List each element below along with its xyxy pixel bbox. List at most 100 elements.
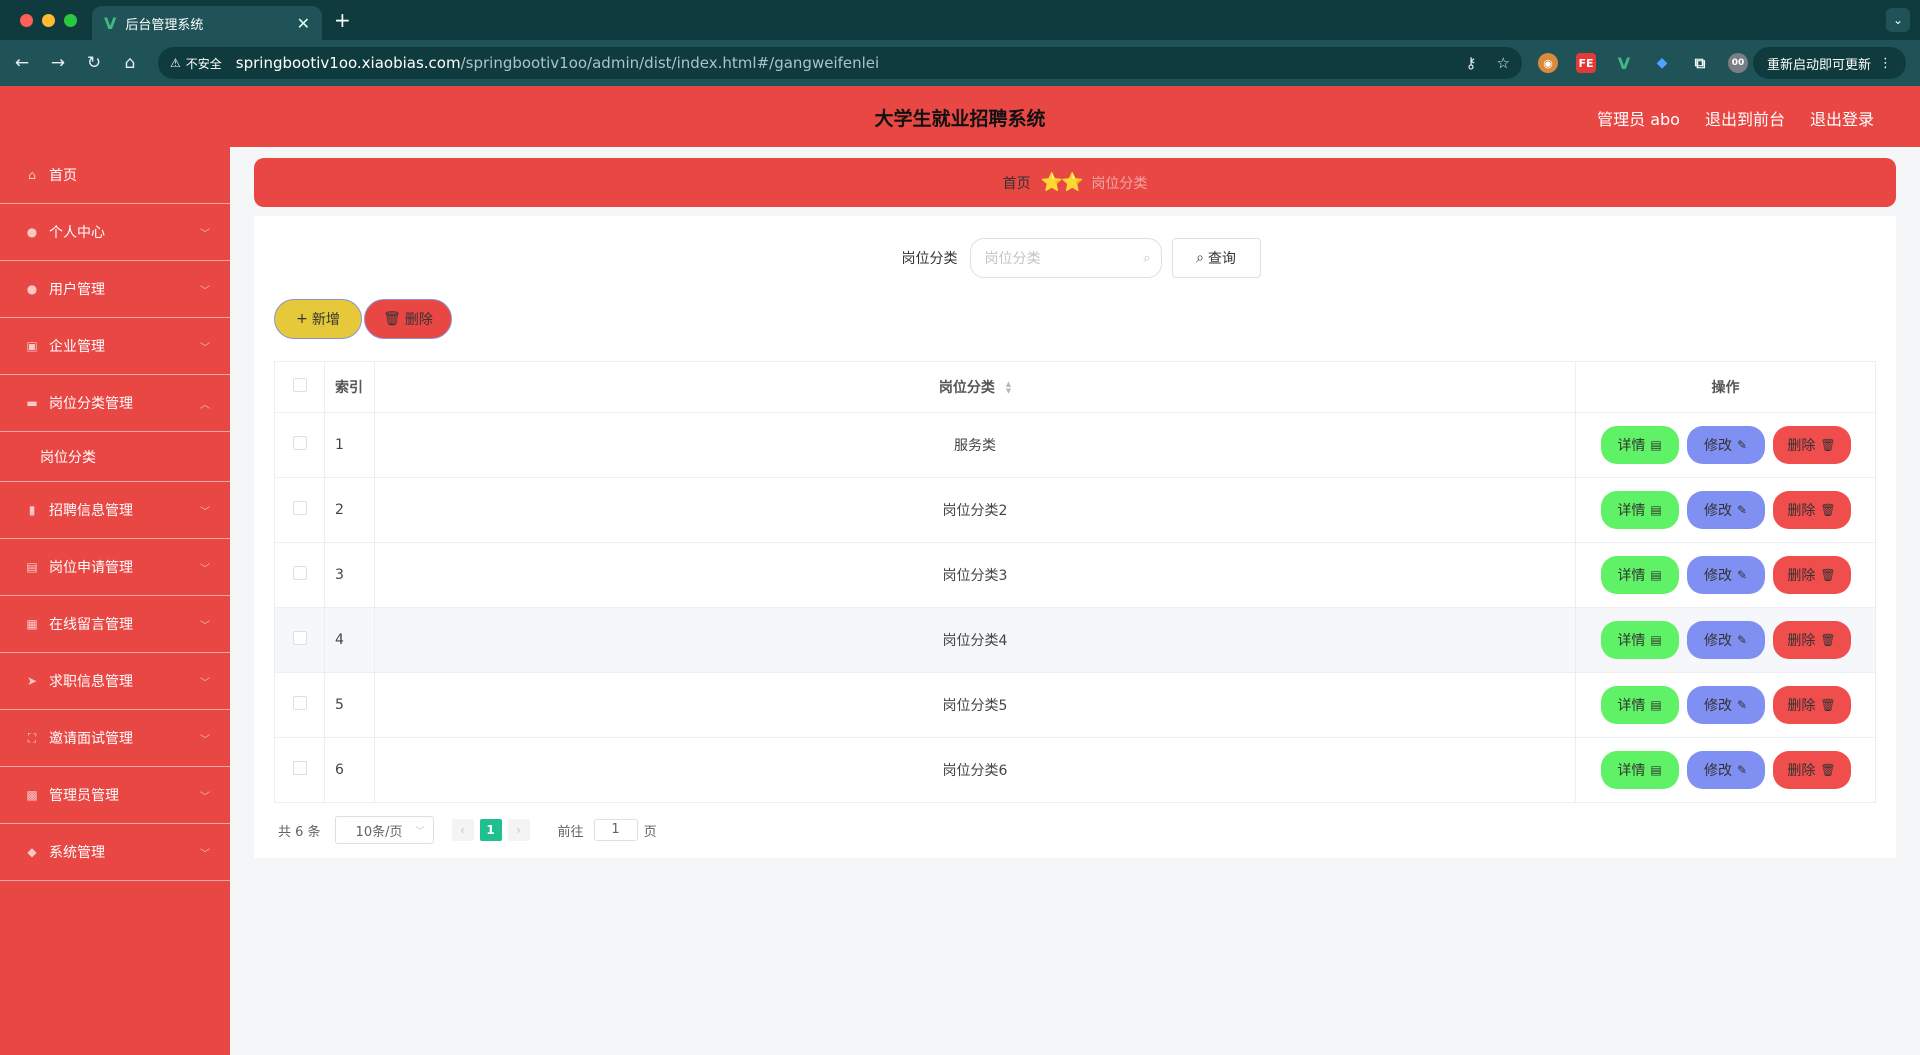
sidebar-subitem-job-category[interactable]: 岗位分类: [0, 432, 230, 482]
forward-icon[interactable]: →: [40, 53, 76, 73]
edit-button[interactable]: 修改 ✎: [1686, 686, 1765, 724]
row-checkbox[interactable]: [292, 566, 307, 580]
sidebar-item-company-management[interactable]: ▣ 企业管理 ﹀: [0, 318, 230, 375]
sidebar-item-user-management[interactable]: ● 用户管理 ﹀: [0, 261, 230, 318]
grid-icon: ▦: [26, 617, 38, 631]
row-index: 5: [324, 672, 375, 738]
address-bar[interactable]: ⚠ 不安全 springbootiv1oo.xiaobias.com /spri…: [158, 47, 1522, 79]
extension-diamond-icon[interactable]: ◆: [1652, 53, 1672, 73]
extension-vue-icon[interactable]: V: [1614, 53, 1634, 73]
tab-close-icon[interactable]: ✕: [297, 14, 310, 33]
row-select-cell: [274, 672, 325, 738]
extension-fe-icon[interactable]: FE: [1576, 53, 1596, 73]
row-select-cell: [274, 412, 325, 478]
breadcrumb-home[interactable]: 首页: [1003, 173, 1031, 193]
sort-icon[interactable]: ▲ ▼: [1006, 381, 1011, 395]
edit-button[interactable]: 修改 ✎: [1686, 426, 1765, 464]
delete-button[interactable]: 删除 🗑: [1772, 426, 1851, 464]
delete-button[interactable]: 删除 🗑: [1772, 751, 1851, 789]
box-icon: ▩: [26, 788, 38, 802]
page-number-current[interactable]: 1: [479, 819, 502, 841]
edit-button[interactable]: 修改 ✎: [1686, 751, 1765, 789]
chevron-down-icon: ﹀: [200, 734, 210, 746]
browser-tab-active[interactable]: V 后台管理系统 ✕: [92, 6, 322, 40]
row-checkbox[interactable]: [292, 761, 307, 775]
delete-button[interactable]: 删除 🗑: [1772, 491, 1851, 529]
sidebar-item-interview-management[interactable]: ⛶ 邀请面试管理 ﹀: [0, 710, 230, 767]
goto-label: 前往: [557, 824, 584, 840]
chevron-down-icon: ﹀: [200, 677, 210, 689]
url-path: /springbootiv1oo/admin/dist/index.html#/…: [460, 54, 880, 72]
search-input[interactable]: 岗位分类 ⌕: [969, 238, 1162, 278]
delete-button[interactable]: 删除 🗑: [1772, 556, 1851, 594]
sidebar-item-personal-center[interactable]: ● 个人中心 ﹀: [0, 204, 230, 261]
sidebar-item-jobseeker-management[interactable]: ➤ 求职信息管理 ﹀: [0, 653, 230, 710]
back-icon[interactable]: ←: [4, 53, 40, 73]
delete-button[interactable]: 删除 🗑: [1772, 686, 1851, 724]
batch-delete-button[interactable]: 🗑 删除: [364, 299, 452, 339]
row-index: 2: [324, 477, 375, 543]
pagination-total: 共 6 条: [278, 824, 321, 840]
edit-button[interactable]: 修改 ✎: [1686, 491, 1765, 529]
row-checkbox[interactable]: [292, 436, 307, 450]
chevron-up-icon: ︿: [200, 399, 210, 411]
pagination: 共 6 条 10条/页 ﹀ ‹ 1 › 前往 1 页: [278, 816, 657, 844]
update-button[interactable]: 重新启动即可更新 ⋮: [1752, 47, 1906, 79]
sidebar-item-application-management[interactable]: ▤ 岗位申请管理 ﹀: [0, 539, 230, 596]
sidebar-item-message-management[interactable]: ▦ 在线留言管理 ﹀: [0, 596, 230, 653]
bookmark-star-icon[interactable]: ☆: [1497, 54, 1510, 72]
sidebar-item-home[interactable]: ⌂ 首页: [0, 147, 230, 204]
url-host: springbootiv1oo.xiaobias.com: [235, 54, 461, 72]
row-checkbox[interactable]: [292, 631, 307, 645]
goto-page-input[interactable]: 1: [593, 819, 638, 841]
edit-button[interactable]: 修改 ✎: [1686, 621, 1765, 659]
location-icon: ◆: [27, 845, 37, 859]
row-checkbox[interactable]: [292, 501, 307, 515]
logout-link[interactable]: 退出登录: [1810, 106, 1874, 130]
page-size-select[interactable]: 10条/页 ﹀: [334, 816, 434, 844]
detail-button[interactable]: 详情 ▤: [1600, 426, 1679, 464]
delete-button[interactable]: 删除 🗑: [1772, 621, 1851, 659]
row-index: 3: [324, 542, 375, 608]
home-icon[interactable]: ⌂: [112, 53, 148, 73]
detail-button[interactable]: 详情 ▤: [1600, 751, 1679, 789]
query-button[interactable]: ⌕ 查询: [1171, 238, 1261, 278]
new-tab-icon[interactable]: +: [334, 8, 351, 32]
table-row: 5 岗位分类5 详情 ▤ 修改 ✎ 删除 🗑: [274, 672, 1876, 738]
sidebar-item-admin-management[interactable]: ▩ 管理员管理 ﹀: [0, 767, 230, 824]
prev-page-icon[interactable]: ‹: [451, 819, 474, 841]
header-name[interactable]: 岗位分类 ▲ ▼: [374, 361, 1576, 413]
tab-title: 后台管理系统: [125, 17, 204, 33]
extensions-puzzle-icon[interactable]: ⧉: [1690, 53, 1710, 73]
extension-owl-icon[interactable]: ◉: [1538, 53, 1558, 73]
back-to-frontend-link[interactable]: 退出到前台: [1705, 106, 1785, 130]
insecure-badge[interactable]: ⚠ 不安全: [170, 55, 236, 72]
edit-button[interactable]: 修改 ✎: [1686, 556, 1765, 594]
tab-search-icon[interactable]: ⌄: [1886, 8, 1910, 32]
profile-avatar-icon[interactable]: 00: [1728, 53, 1748, 73]
key-icon[interactable]: ⚷: [1466, 54, 1477, 72]
select-all-checkbox[interactable]: [292, 378, 307, 392]
row-checkbox[interactable]: [292, 696, 307, 710]
sidebar-item-recruitment-management[interactable]: ▮ 招聘信息管理 ﹀: [0, 482, 230, 539]
document-icon: ▤: [1650, 438, 1662, 452]
detail-button[interactable]: 详情 ▤: [1600, 686, 1679, 724]
next-page-icon[interactable]: ›: [507, 819, 530, 841]
minimize-window-button[interactable]: [42, 13, 55, 27]
scan-icon: ⛶: [27, 730, 37, 745]
sidebar-item-system-management[interactable]: ◆ 系统管理 ﹀: [0, 824, 230, 881]
maximize-window-button[interactable]: [64, 13, 77, 27]
add-button[interactable]: + 新增: [274, 299, 362, 339]
detail-button[interactable]: 详情 ▤: [1600, 491, 1679, 529]
job-category-table: 索引 岗位分类 ▲ ▼ 操作 1 服务类 详情 ▤ 修改 ✎ 删除 🗑 2 岗位分类2 详情 ▤ 修改 ✎ 删…: [274, 361, 1876, 803]
user-icon: ●: [26, 282, 38, 296]
row-actions: 详情 ▤ 修改 ✎ 删除 🗑: [1575, 542, 1876, 608]
chevron-down-icon: ﹀: [200, 228, 210, 240]
trash-icon: 🗑: [1820, 438, 1836, 452]
close-window-button[interactable]: [20, 13, 33, 27]
detail-button[interactable]: 详情 ▤: [1600, 556, 1679, 594]
reload-icon[interactable]: ↻: [76, 53, 112, 73]
sidebar-item-job-category-management[interactable]: ▬ 岗位分类管理 ︿: [0, 375, 230, 432]
detail-button[interactable]: 详情 ▤: [1600, 621, 1679, 659]
more-menu-icon[interactable]: ⋮: [1879, 56, 1892, 71]
